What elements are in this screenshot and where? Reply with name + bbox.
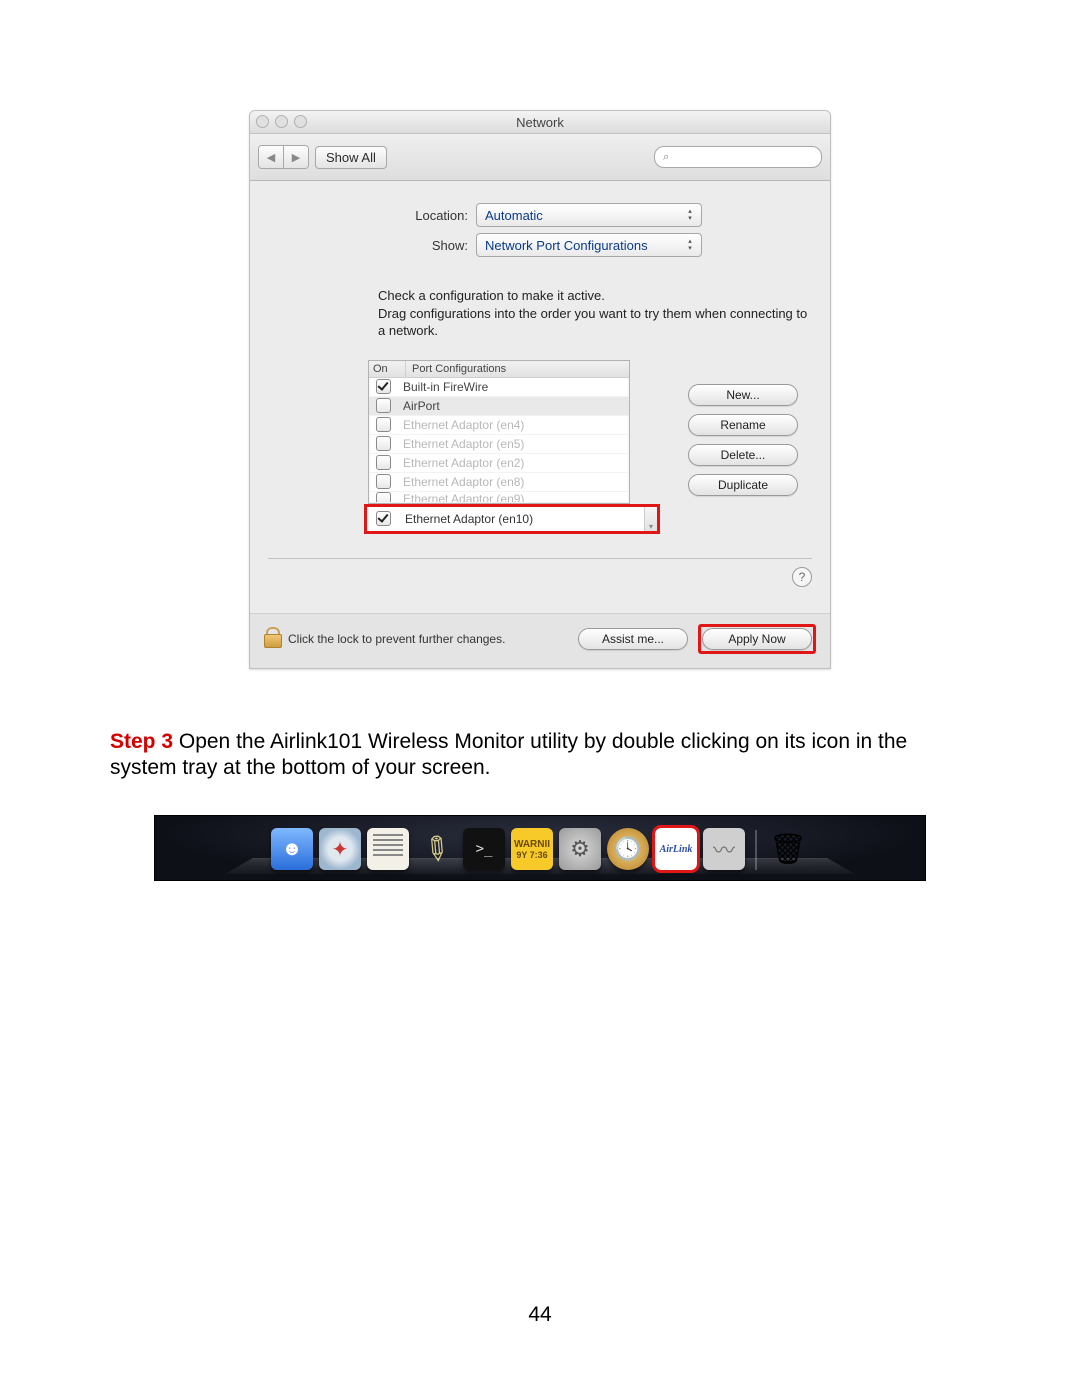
apply-now-button[interactable]: Apply Now: [702, 628, 812, 650]
new-button[interactable]: New...: [688, 384, 798, 406]
port-checkbox[interactable]: [376, 474, 391, 489]
port-checkbox[interactable]: [376, 436, 391, 451]
warn-line2: 9Y 7:36: [516, 850, 547, 860]
port-row[interactable]: Ethernet Adaptor (en5): [369, 435, 629, 454]
zoom-icon[interactable]: [294, 115, 307, 128]
traffic-lights[interactable]: [256, 115, 307, 128]
window-title: Network: [516, 115, 564, 130]
port-row[interactable]: Ethernet Adaptor (en4): [369, 416, 629, 435]
scroll-down-icon[interactable]: ▾: [644, 507, 657, 531]
show-all-button[interactable]: Show All: [315, 146, 387, 169]
airlink-monitor-icon[interactable]: AirLink: [655, 828, 697, 870]
system-preferences-icon[interactable]: [559, 828, 601, 870]
assist-me-button[interactable]: Assist me...: [578, 628, 688, 650]
show-select[interactable]: Network Port Configurations ▴▾: [476, 233, 702, 257]
port-name: Ethernet Adaptor (en2): [397, 456, 629, 470]
rename-button[interactable]: Rename: [688, 414, 798, 436]
trash-icon[interactable]: [767, 828, 809, 870]
port-checkbox[interactable]: [376, 455, 391, 470]
apply-highlight: Apply Now: [698, 624, 816, 654]
search-icon: ⌕: [663, 151, 669, 164]
help-button[interactable]: ?: [792, 567, 812, 587]
page-number: 44: [0, 1303, 1080, 1327]
close-icon[interactable]: [256, 115, 269, 128]
port-configuration-list[interactable]: On Port Configurations Built-in FireWire…: [368, 360, 630, 504]
forward-button[interactable]: ▶: [283, 146, 308, 168]
warning-widget-icon[interactable]: WARNII 9Y 7:36: [511, 828, 553, 870]
port-checkbox[interactable]: [376, 379, 391, 394]
warn-line1: WARNII: [514, 839, 550, 850]
port-name: Ethernet Adaptor (en9): [397, 492, 629, 503]
window-titlebar: Network: [250, 111, 830, 134]
port-name: Built-in FireWire: [397, 380, 629, 394]
show-value: Network Port Configurations: [485, 238, 648, 253]
utility-icon[interactable]: [703, 828, 745, 870]
back-button[interactable]: ◀: [259, 146, 283, 168]
port-name: AirPort: [397, 399, 629, 413]
dock-screenshot: WARNII 9Y 7:36 AirLink: [154, 815, 926, 881]
terminal-icon[interactable]: [463, 828, 505, 870]
search-input[interactable]: ⌕: [654, 146, 822, 168]
duplicate-button[interactable]: Duplicate: [688, 474, 798, 496]
port-row[interactable]: Built-in FireWire: [369, 378, 629, 397]
port-checkbox[interactable]: [376, 398, 391, 413]
safari-icon[interactable]: [319, 828, 361, 870]
pen-icon[interactable]: [415, 828, 457, 870]
show-label: Show:: [268, 238, 476, 253]
port-row[interactable]: Ethernet Adaptor (en2): [369, 454, 629, 473]
lock-icon[interactable]: [264, 630, 280, 648]
port-checkbox[interactable]: [376, 417, 391, 432]
port-name: Ethernet Adaptor (en10): [399, 512, 644, 526]
step-paragraph: Step 3 Open the Airlink101 Wireless Moni…: [110, 729, 970, 782]
port-row[interactable]: AirPort: [369, 397, 629, 416]
stepper-icon: ▴▾: [685, 238, 695, 252]
step-label: Step 3: [110, 730, 173, 753]
dock-divider: [755, 830, 757, 870]
separator: [268, 558, 812, 559]
port-action-buttons: New... Rename Delete... Duplicate: [688, 384, 798, 534]
highlighted-port-row[interactable]: Ethernet Adaptor (en10) ▾: [364, 504, 660, 534]
port-name: Ethernet Adaptor (en4): [397, 418, 629, 432]
step-body: Open the Airlink101 Wireless Monitor uti…: [110, 730, 907, 779]
port-checkbox[interactable]: [376, 492, 391, 503]
stepper-icon: ▴▾: [685, 208, 695, 222]
network-preferences-window: Network ◀ ▶ Show All ⌕ Location: Automat…: [249, 110, 831, 669]
col-name: Port Configurations: [406, 361, 629, 377]
nav-segment: ◀ ▶: [258, 145, 309, 169]
minimize-icon[interactable]: [275, 115, 288, 128]
dock-items: WARNII 9Y 7:36 AirLink: [155, 828, 925, 870]
window-body: Location: Automatic ▴▾ Show: Network Por…: [250, 181, 830, 613]
location-label: Location:: [268, 208, 476, 223]
location-value: Automatic: [485, 208, 543, 223]
port-row[interactable]: Ethernet Adaptor (en9): [369, 492, 629, 503]
window-footer: Click the lock to prevent further change…: [250, 613, 830, 668]
textedit-icon[interactable]: [367, 828, 409, 870]
instructions-text: Check a configuration to make it active.…: [378, 287, 808, 340]
port-name: Ethernet Adaptor (en5): [397, 437, 629, 451]
finder-icon[interactable]: [271, 828, 313, 870]
port-row[interactable]: Ethernet Adaptor (en8): [369, 473, 629, 492]
port-checkbox[interactable]: [376, 511, 391, 526]
location-select[interactable]: Automatic ▴▾: [476, 203, 702, 227]
clock-icon[interactable]: [607, 828, 649, 870]
airlink-label: AirLink: [660, 844, 693, 855]
delete-button[interactable]: Delete...: [688, 444, 798, 466]
port-list-header: On Port Configurations: [369, 361, 629, 378]
toolbar: ◀ ▶ Show All ⌕: [250, 134, 830, 181]
col-on: On: [369, 361, 406, 377]
port-name: Ethernet Adaptor (en8): [397, 475, 629, 489]
lock-text: Click the lock to prevent further change…: [288, 632, 505, 646]
